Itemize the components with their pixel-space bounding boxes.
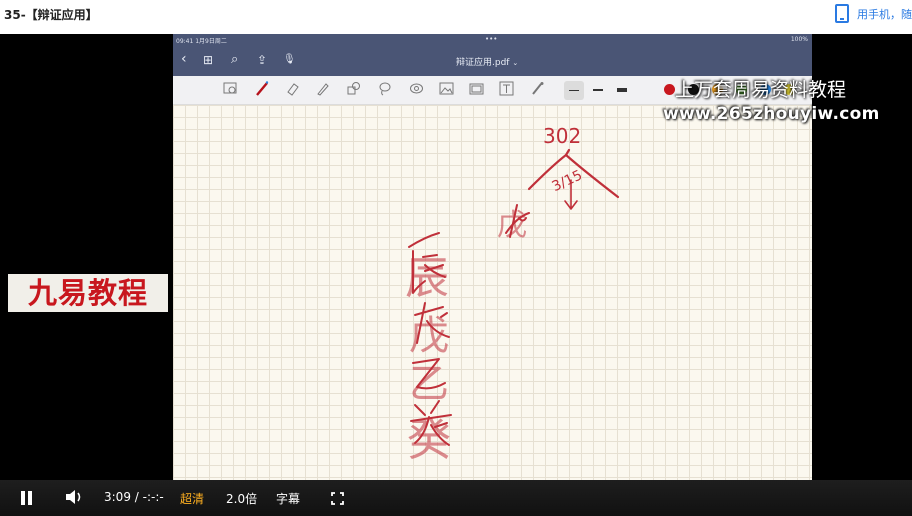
share-icon: ⇪ xyxy=(257,53,268,67)
image-icon xyxy=(439,81,454,96)
watermark-url: www.265zhouyiw.com xyxy=(663,104,880,124)
annotation-char-chen: 辰 xyxy=(405,253,449,304)
quality-button[interactable]: 超清 xyxy=(180,490,204,507)
line-thin-icon xyxy=(569,90,579,91)
laser-pointer-icon xyxy=(530,81,545,96)
ipad-nav-bar: ‹ ⊞ ⌕ ⇪ 🎙 辩证应用.pdf ⌄ xyxy=(173,46,812,76)
lasso-scan-icon xyxy=(223,81,238,96)
mic-icon: 🎙 xyxy=(283,54,296,65)
chevron-down-icon: ⌄ xyxy=(512,59,519,67)
shapes-icon xyxy=(346,81,361,96)
video-player[interactable]: 09:41 1月9日周二 ••• 100% ‹ ⊞ ⌕ ⇪ 🎙 辩证应用.pdf… xyxy=(0,34,912,516)
course-title: 35-【辩证应用】 xyxy=(4,8,98,22)
pen-icon xyxy=(255,81,270,96)
mobile-watch-link[interactable]: 用手机，随 xyxy=(835,4,912,23)
annotation-3-15: 3/15 xyxy=(550,167,585,195)
back-icon: ‹ xyxy=(181,51,187,67)
ipad-status-bar: 09:41 1月9日周二 ••• 100% xyxy=(173,34,812,46)
time-display: 3:09 / -:-:- xyxy=(104,490,164,504)
status-time: 09:41 1月9日周二 xyxy=(176,38,227,45)
watermark-resources: 上万套周易资料教程 xyxy=(675,79,847,101)
subtitles-button[interactable]: 字幕 xyxy=(276,490,300,507)
annotation-char-wu-top: 戊 xyxy=(497,208,527,243)
camera-icon xyxy=(469,81,484,96)
color-swatch xyxy=(664,84,675,95)
mobile-link-label: 用手机，随 xyxy=(857,7,912,21)
text-tool-icon xyxy=(499,81,514,96)
brand-logo: 九易教程 xyxy=(8,274,168,312)
document-title: 辩证应用.pdf ⌄ xyxy=(456,55,518,68)
current-time: 3:09 xyxy=(104,490,131,504)
annotation-char-yi: 乙 xyxy=(409,361,449,407)
status-battery: 100% xyxy=(790,36,808,43)
highlighter-icon xyxy=(315,81,330,96)
status-dots: ••• xyxy=(485,35,498,43)
handwriting-layer: 302 3/15 戊辰戊乙癸 xyxy=(405,124,620,466)
top-bar: 35-【辩证应用】 用手机，随 xyxy=(0,0,912,28)
phone-icon xyxy=(835,4,849,23)
annotation-char-wu: 戊 xyxy=(409,313,449,359)
document-title-text: 辩证应用.pdf xyxy=(456,58,510,68)
sticker-icon xyxy=(409,81,424,96)
line-thick-icon xyxy=(617,88,627,92)
fullscreen-icon[interactable] xyxy=(331,490,344,505)
total-time: -:-:- xyxy=(142,490,164,504)
player-controls: 3:09 / -:-:- 超清 2.0倍 字幕 xyxy=(0,480,912,516)
note-canvas: 302 3/15 戊辰戊乙癸 xyxy=(173,105,812,480)
eraser-icon xyxy=(285,81,300,96)
speed-button[interactable]: 2.0倍 xyxy=(226,490,257,507)
lasso-icon xyxy=(377,81,392,96)
volume-icon[interactable] xyxy=(64,488,84,509)
pause-icon[interactable] xyxy=(20,491,33,505)
search-icon: ⌕ xyxy=(231,52,239,67)
time-separator: / xyxy=(134,490,139,504)
annotation-302: 302 xyxy=(543,124,581,148)
grid-icon: ⊞ xyxy=(203,53,214,67)
annotation-char-gui: 癸 xyxy=(407,415,451,466)
line-medium-icon xyxy=(593,89,603,91)
